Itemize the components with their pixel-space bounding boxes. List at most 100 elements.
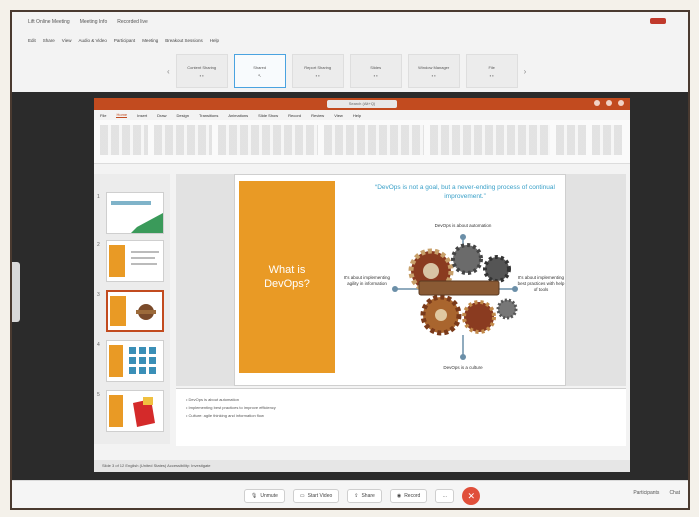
slide-thumbnail-3[interactable]	[106, 290, 164, 332]
speaker-notes[interactable]: • DevOps is about automation • Implement…	[176, 388, 626, 446]
unmute-button[interactable]: 🎙 Unmute	[244, 489, 285, 503]
tab-label: Slides	[370, 64, 382, 70]
tab-label: Content Sharing	[187, 64, 217, 70]
menu-audio-video[interactable]: Audio & Video	[78, 38, 106, 43]
slide-thumbnail-2[interactable]	[106, 240, 164, 282]
tab-label: Shared	[253, 64, 267, 70]
meeting-info[interactable]: Meeting Info	[80, 19, 108, 25]
maximize-icon[interactable]	[606, 100, 612, 106]
tab-file[interactable]: File ▪ ▪	[465, 54, 518, 88]
ribbon-tab-animations[interactable]: Animations	[228, 113, 248, 118]
ppt-statusbar: Slide 3 of 12 English (United States) Ac…	[94, 460, 630, 472]
thumb-graphic	[109, 395, 155, 427]
chat-button[interactable]: Chat	[669, 490, 680, 496]
tab-label: Report Sharing	[304, 64, 332, 70]
thumb-graphic	[109, 345, 156, 377]
side-panel-handle[interactable]	[12, 262, 20, 322]
ribbon-tab-transitions[interactable]: Transitions	[199, 113, 218, 118]
chevron-right-icon[interactable]: ›	[524, 67, 527, 76]
ribbon-group-paragraph[interactable]	[324, 125, 424, 155]
record-button[interactable]: ◉ Record	[389, 489, 428, 503]
ribbon-group-designer[interactable]	[592, 125, 622, 155]
slide-thumbnail-1[interactable]	[106, 192, 164, 234]
ribbon-group-editing[interactable]	[556, 125, 586, 155]
cursor-icon: ↖	[257, 72, 262, 78]
tab-window-manager[interactable]: Window Manager ▪ ▪	[407, 54, 460, 88]
slide-thumbnail-5[interactable]	[106, 390, 164, 432]
tab-shared[interactable]: Shared ↖	[233, 54, 286, 88]
participants-button[interactable]: Participants	[633, 490, 659, 496]
current-slide[interactable]: What is DevOps? “DevOps is not a goal, b…	[234, 174, 566, 386]
ribbon-tab-view[interactable]: View	[334, 113, 343, 118]
thumb-number: 1	[97, 194, 100, 200]
tab-dots: ▪ ▪	[489, 72, 494, 78]
minimize-icon[interactable]	[594, 100, 600, 106]
ribbon-group-font[interactable]	[218, 125, 318, 155]
tab-dots: ▪ ▪	[431, 72, 436, 78]
button-label: …	[442, 493, 448, 499]
monitor-frame: Lift Online Meeting Meeting Info Recorde…	[10, 10, 690, 510]
meeting-toolbar: 🎙 Unmute ▭ Start Video ⇪ Share ◉ Record … ✕ …	[12, 480, 688, 508]
gears-icon	[392, 234, 518, 360]
ribbon-tab-help[interactable]: Help	[353, 113, 361, 118]
ppt-search-box[interactable]: Search (Alt+Q)	[327, 100, 397, 108]
ribbon-tab-design[interactable]: Design	[176, 113, 188, 118]
share-button[interactable]: ⇪ Share	[347, 489, 382, 503]
ribbon-tab-review[interactable]: Review	[311, 113, 324, 118]
tab-report-sharing[interactable]: Report Sharing ▪ ▪	[291, 54, 344, 88]
ribbon-group-drawing[interactable]	[430, 125, 550, 155]
notes-line: • Implementing best practices to improve…	[186, 405, 276, 410]
ribbon-tab-record[interactable]: Record	[288, 113, 301, 118]
menu-breakout[interactable]: Breakout Sessions	[165, 38, 203, 43]
meeting-header: Lift Online Meeting Meeting Info Recorde…	[12, 12, 688, 92]
quick-access-bar	[94, 164, 630, 172]
button-label: Start Video	[307, 493, 333, 499]
leave-meeting-button[interactable]: ✕	[462, 487, 481, 505]
meeting-titlebar: Lift Online Meeting Meeting Info Recorde…	[12, 12, 688, 32]
ribbon-tab-slideshow[interactable]: Slide Show	[258, 113, 278, 118]
tab-dots: ▪ ▪	[199, 72, 204, 78]
slide-thumbnail-panel: 1 2 3 4 5	[94, 174, 170, 444]
ribbon-tab-file[interactable]: File	[100, 113, 106, 118]
tab-content-sharing[interactable]: Content Sharing ▪ ▪	[175, 54, 228, 88]
record-icon: ◉	[396, 493, 402, 499]
meeting-title: Lift Online Meeting	[28, 19, 70, 25]
button-label: Unmute	[260, 493, 278, 499]
notes-line: • DevOps is about automation	[186, 397, 239, 402]
chevron-left-icon[interactable]: ‹	[167, 67, 170, 76]
share-icon: ⇪	[354, 493, 359, 499]
thumb-number: 3	[97, 292, 100, 298]
ribbon-group-slides[interactable]	[154, 125, 212, 155]
powerpoint-window: Search (Alt+Q) File Home Insert Draw Des…	[94, 98, 630, 472]
menu-meeting[interactable]: Meeting	[142, 38, 158, 43]
menu-share[interactable]: Share	[43, 38, 55, 43]
x-icon: ✕	[467, 490, 476, 501]
close-icon[interactable]	[618, 100, 624, 106]
tab-label: File	[488, 64, 495, 70]
button-label: Share	[361, 493, 375, 499]
ribbon-tab-insert[interactable]: Insert	[137, 113, 147, 118]
ribbon-tabs: File Home Insert Draw Design Transitions…	[94, 110, 630, 120]
start-video-button[interactable]: ▭ Start Video	[292, 489, 340, 503]
tab-dots: ▪ ▪	[315, 72, 320, 78]
thumb-graphic	[111, 201, 163, 233]
meeting-rec-status: Recorded live	[117, 19, 148, 25]
tab-slides[interactable]: Slides ▪ ▪	[349, 54, 402, 88]
gears-illustration	[392, 234, 518, 360]
ribbon-tab-draw[interactable]: Draw	[157, 113, 166, 118]
slide-thumbnail-4[interactable]	[106, 340, 164, 382]
more-button[interactable]: …	[435, 489, 455, 503]
shared-screen-stage: Search (Alt+Q) File Home Insert Draw Des…	[12, 92, 688, 480]
menu-help[interactable]: Help	[210, 38, 219, 43]
thumb-number: 5	[97, 392, 100, 398]
thumb-graphic	[110, 296, 156, 326]
ppt-titlebar: Search (Alt+Q)	[94, 98, 630, 110]
ribbon-group-clipboard[interactable]	[100, 125, 148, 155]
menu-participant[interactable]: Participant	[114, 38, 135, 43]
recording-indicator	[650, 18, 666, 24]
menu-edit[interactable]: Edit	[28, 38, 36, 43]
ribbon-tab-home[interactable]: Home	[116, 112, 128, 118]
microphone-icon: 🎙	[251, 493, 258, 499]
menu-view[interactable]: View	[62, 38, 72, 43]
slide-editing-area: What is DevOps? “DevOps is not a goal, b…	[176, 174, 626, 386]
